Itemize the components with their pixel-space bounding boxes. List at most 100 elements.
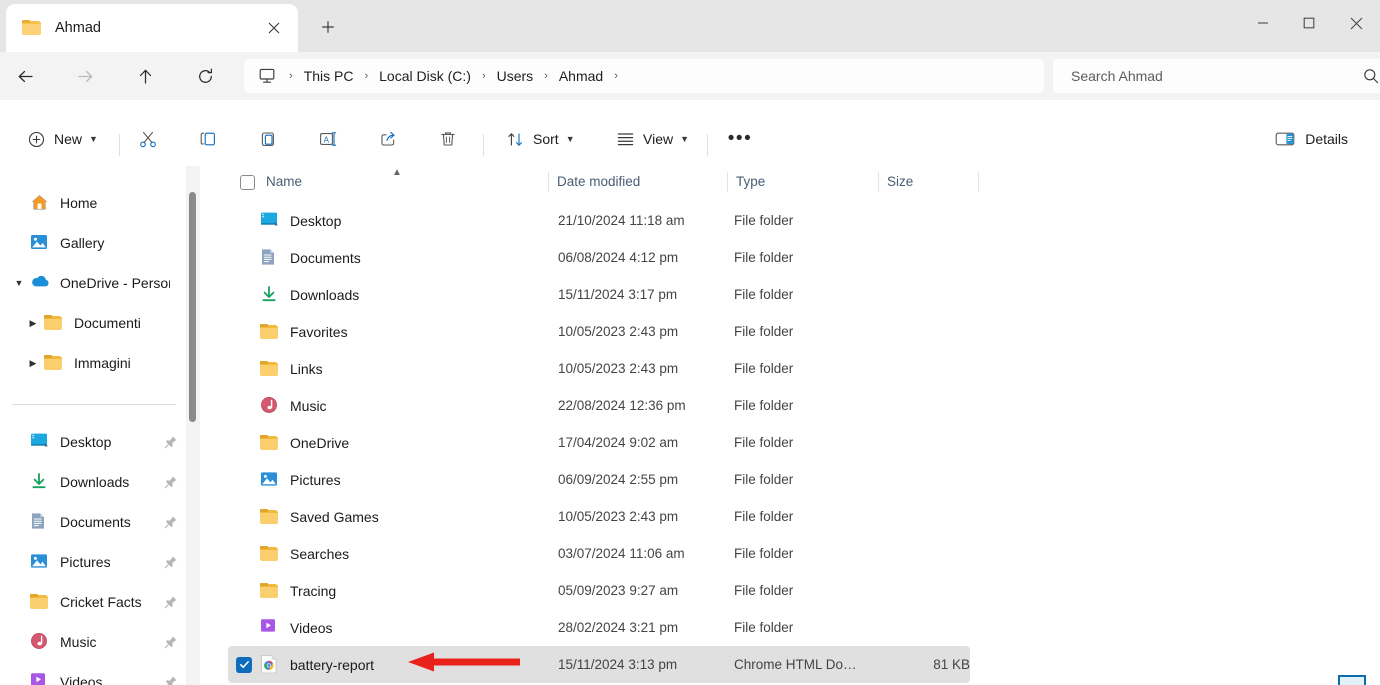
new-button[interactable]: New ▼ [16, 121, 110, 157]
copy-icon [200, 132, 215, 146]
sidebar-divider [12, 404, 176, 405]
breadcrumb-local-disk[interactable]: Local Disk (C:) [379, 68, 471, 84]
rename-button[interactable]: A [310, 121, 346, 157]
sidebar-item-documents[interactable]: Documents [8, 505, 184, 539]
pin-icon[interactable] [164, 675, 178, 685]
pin-icon[interactable] [164, 475, 178, 489]
file-explorer-window: Ahmad › This PC › Local Disk (C:) › User… [0, 0, 1380, 685]
sidebar-label: Documenti [74, 315, 141, 331]
sidebar-item-videos[interactable]: Videos [8, 665, 184, 685]
pin-icon[interactable] [164, 555, 178, 569]
pin-icon[interactable] [164, 635, 178, 649]
rename-icon: A [320, 132, 337, 146]
column-header-name[interactable]: Name [266, 174, 302, 189]
row-checkbox[interactable] [236, 656, 252, 673]
expander-placeholder [8, 545, 30, 579]
table-row[interactable]: Videos 28/02/2024 3:21 pm File folder [228, 609, 970, 646]
forward-button[interactable] [68, 60, 102, 92]
table-row[interactable]: Pictures 06/09/2024 2:55 pm File folder [228, 461, 970, 498]
sidebar-item-onedrive-personal[interactable]: ▼ OneDrive - Personal [8, 266, 184, 300]
pin-icon[interactable] [164, 435, 178, 449]
tab-label: Ahmad [55, 20, 101, 36]
minimize-button[interactable] [1240, 0, 1286, 46]
maximize-button[interactable] [1286, 0, 1332, 46]
table-row[interactable]: OneDrive 17/04/2024 9:02 am File folder [228, 424, 970, 461]
sidebar-item-gallery[interactable]: Gallery [8, 226, 184, 260]
breadcrumb-ahmad[interactable]: Ahmad [559, 68, 603, 84]
chevron-down-icon: ▼ [565, 134, 575, 144]
breadcrumb-users[interactable]: Users [497, 68, 534, 84]
table-row[interactable]: Saved Games 10/05/2023 2:43 pm File fold… [228, 498, 970, 535]
column-divider[interactable] [548, 172, 549, 192]
table-row[interactable]: Tracing 05/09/2023 9:27 am File folder [228, 572, 970, 609]
close-window-button[interactable] [1332, 0, 1380, 46]
column-divider[interactable] [978, 172, 979, 192]
highlight-box[interactable] [1338, 675, 1366, 685]
column-header-row: Name ▲ Date modified Type Size [200, 166, 1380, 198]
up-button[interactable] [128, 60, 162, 92]
navigation-bar: › This PC › Local Disk (C:) › Users › Ah… [0, 52, 1380, 100]
sidebar-label: Music [60, 634, 97, 650]
table-row[interactable]: Favorites 10/05/2023 2:43 pm File folder [228, 313, 970, 350]
refresh-button[interactable] [188, 60, 222, 92]
more-options-button[interactable]: ••• [720, 121, 760, 157]
table-row[interactable]: Music 22/08/2024 12:36 pm File folder [228, 387, 970, 424]
sort-button[interactable]: Sort ▼ [495, 121, 587, 157]
search-input[interactable]: Search Ahmad [1071, 68, 1363, 84]
view-button[interactable]: View ▼ [605, 121, 701, 157]
column-header-type[interactable]: Type [736, 174, 765, 189]
file-type: File folder [734, 546, 794, 561]
sidebar-item-immagini[interactable]: ▶ Immagini [22, 346, 184, 380]
file-name: Desktop [290, 212, 342, 229]
chevron-right-icon[interactable]: ▶ [22, 306, 44, 340]
back-button[interactable] [8, 60, 42, 92]
file-name: Searches [290, 545, 350, 562]
tab-ahmad[interactable]: Ahmad [6, 4, 298, 52]
column-header-date-modified[interactable]: Date modified [557, 174, 640, 189]
table-row[interactable]: Searches 03/07/2024 11:06 am File folder [228, 535, 970, 572]
paste-button[interactable] [250, 121, 286, 157]
delete-button[interactable] [430, 121, 466, 157]
file-date-modified: 06/09/2024 2:55 pm [558, 472, 679, 487]
sidebar-item-desktop[interactable]: Desktop [8, 425, 184, 459]
column-header-size[interactable]: Size [887, 174, 913, 189]
table-row[interactable]: Documents 06/08/2024 4:12 pm File folder [228, 239, 970, 276]
breadcrumb-separator: › [481, 69, 486, 82]
sidebar-item-home[interactable]: Home [8, 186, 184, 220]
column-divider[interactable] [727, 172, 728, 192]
sidebar-scrollbar-thumb[interactable] [189, 192, 196, 422]
chevron-down-icon[interactable]: ▼ [8, 266, 30, 300]
search-box[interactable]: Search Ahmad [1053, 59, 1380, 93]
table-row[interactable]: Downloads 15/11/2024 3:17 pm File folder [228, 276, 970, 313]
details-pane-button[interactable]: Details [1265, 121, 1358, 157]
new-tab-button[interactable] [310, 11, 346, 43]
cut-button[interactable] [130, 121, 166, 157]
chevron-right-icon[interactable]: ▶ [22, 346, 44, 380]
sidebar-label: Desktop [60, 434, 112, 450]
table-row[interactable]: Links 10/05/2023 2:43 pm File folder [228, 350, 970, 387]
copy-button[interactable] [190, 121, 226, 157]
pin-icon[interactable] [164, 595, 178, 609]
sidebar-item-music[interactable]: Music [8, 625, 184, 659]
pin-icon[interactable] [164, 515, 178, 529]
download-icon [260, 285, 280, 305]
folder-icon [260, 544, 280, 564]
plus-circle-icon [28, 131, 45, 147]
chevron-down-icon: ▼ [89, 134, 98, 144]
sidebar-scrollbar[interactable] [186, 166, 200, 685]
close-tab-icon[interactable] [260, 14, 288, 42]
select-all-checkbox[interactable] [240, 175, 255, 190]
share-button[interactable] [370, 121, 406, 157]
breadcrumb-this-pc[interactable]: This PC [304, 68, 354, 84]
address-bar[interactable]: › This PC › Local Disk (C:) › Users › Ah… [244, 59, 1044, 93]
search-icon[interactable] [1363, 68, 1379, 84]
sidebar-item-pictures[interactable]: Pictures [8, 545, 184, 579]
file-name: Music [290, 397, 327, 414]
sidebar-item-documenti[interactable]: ▶ Documenti [22, 306, 184, 340]
column-divider[interactable] [878, 172, 879, 192]
sidebar-item-cricket-facts[interactable]: Cricket Facts [8, 585, 184, 619]
table-row-selected[interactable]: battery-report 15/11/2024 3:13 pm Chrome… [228, 646, 970, 683]
file-date-modified: 03/07/2024 11:06 am [558, 546, 685, 561]
sidebar-item-downloads[interactable]: Downloads [8, 465, 184, 499]
table-row[interactable]: Desktop 21/10/2024 11:18 am File folder [228, 202, 970, 239]
